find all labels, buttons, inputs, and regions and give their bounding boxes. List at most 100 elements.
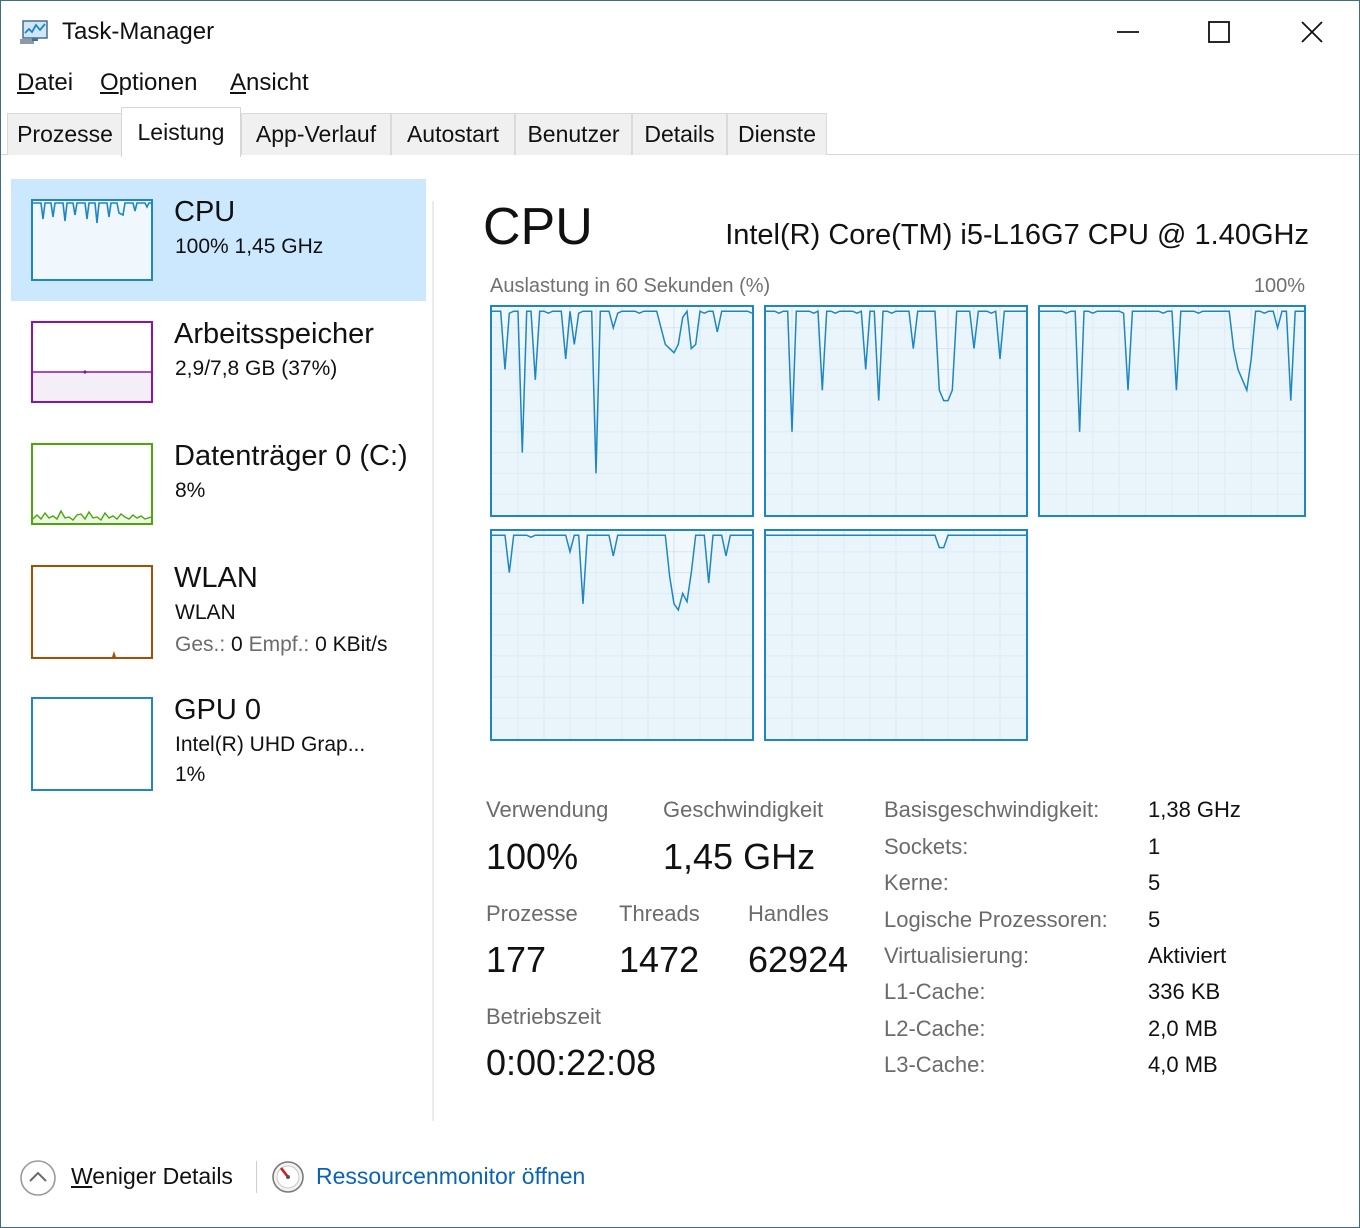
info-label: Sockets: [884, 834, 969, 859]
fewer-details-accelerator: W [71, 1163, 93, 1189]
fewer-details-link[interactable]: Weniger Details [71, 1163, 233, 1190]
info-value: 336 KB [1148, 979, 1221, 1004]
stat-value-handles: 62924 [748, 939, 849, 980]
title-bar: Task-Manager [1, 1, 1359, 63]
menu-datei[interactable]: Datei [17, 69, 73, 97]
footer-divider [256, 1161, 257, 1193]
sidebar-item-datentraeger[interactable]: Datenträger 0 (C:) 8% [11, 423, 426, 545]
maximize-button[interactable] [1196, 11, 1242, 53]
logical-processor-graph [764, 305, 1028, 517]
graph-plot [492, 307, 752, 515]
tab-dienste[interactable]: Dienste [727, 113, 827, 155]
menu-accelerator: A [230, 69, 247, 96]
sidebar-item-arbeitsspeicher[interactable]: Arbeitsspeicher 2,9/7,8 GB (37%) [11, 301, 426, 423]
stat-label-verwendung: Verwendung [486, 797, 609, 822]
usage-area [766, 535, 1026, 739]
menu-label: atei [34, 69, 74, 96]
logical-processor-graph [490, 305, 754, 517]
sidebar-item-name: Datenträger 0 (C:) [174, 440, 408, 472]
wlan-send-value: 0 [231, 633, 243, 656]
tab-details[interactable]: Details [632, 113, 727, 155]
sidebar-item-name: Arbeitsspeicher [174, 318, 374, 350]
resource-monitor-icon[interactable] [271, 1160, 305, 1194]
info-label: L1-Cache: [884, 979, 986, 1004]
page-title: CPU [483, 198, 593, 256]
sidebar-item-name: GPU 0 [174, 694, 262, 726]
menu-accelerator: D [17, 69, 35, 96]
sidebar-item-name: CPU [174, 196, 236, 228]
close-button[interactable] [1289, 11, 1335, 53]
cpu-thumbnail-graph [31, 199, 153, 281]
close-icon [1301, 21, 1323, 43]
sidebar-item-detail: 2,9/7,8 GB (37%) [175, 357, 338, 380]
resource-list: CPU 100% 1,45 GHz Arbeitsspeicher 2,9/7,… [11, 179, 426, 1119]
tab-app-verlauf[interactable]: App-Verlauf [241, 113, 391, 155]
tab-benutzer[interactable]: Benutzer [515, 113, 632, 155]
usage-area [766, 311, 1026, 515]
info-value: 5 [1148, 907, 1161, 932]
gpu-thumbnail-graph [31, 697, 153, 791]
task-manager-icon [19, 19, 49, 45]
menu-label: nsicht [246, 69, 309, 96]
info-label: Virtualisierung: [884, 943, 1030, 968]
disk-thumbnail-graph [31, 443, 153, 525]
stat-value-threads: 1472 [619, 939, 700, 980]
usage-area [492, 311, 752, 515]
sidebar-item-detail: Intel(R) UHD Grap... [175, 733, 366, 756]
stat-value-verwendung: 100% [486, 836, 579, 877]
tab-prozesse[interactable]: Prozesse [7, 113, 123, 155]
pane-divider[interactable] [432, 201, 434, 1121]
maximize-icon [1208, 21, 1230, 43]
menu-accelerator: O [100, 69, 119, 96]
sidebar-item-gpu[interactable]: GPU 0 Intel(R) UHD Grap... 1% [11, 677, 426, 803]
sidebar-item-detail: 100% 1,45 GHz [175, 235, 324, 258]
sidebar-item-detail: WLAN [175, 601, 236, 624]
graph-label: Auslastung in 60 Sekunden (%) [490, 275, 771, 297]
wlan-receive-value: 0 KBit/s [315, 633, 388, 656]
logical-processor-graph [1038, 305, 1306, 517]
tab-autostart[interactable]: Autostart [391, 113, 515, 155]
open-resource-monitor-link[interactable]: Ressourcenmonitor öffnen [316, 1163, 585, 1190]
stat-value-betriebszeit: 0:00:22:08 [486, 1042, 657, 1083]
tab-leistung[interactable]: Leistung [121, 107, 241, 157]
stat-label-prozesse: Prozesse [486, 901, 578, 926]
graph-plot [492, 531, 752, 739]
wlan-send-label: Ges.: [175, 633, 226, 656]
minimize-button[interactable] [1105, 11, 1151, 53]
info-label: L3-Cache: [884, 1052, 986, 1077]
info-value: 1 [1148, 834, 1161, 859]
graph-plot [1040, 307, 1304, 515]
sidebar-item-wlan[interactable]: WLAN WLAN Ges.: 0 Empf.: 0 KBit/s [11, 545, 426, 677]
window-title: Task-Manager [62, 18, 215, 45]
info-value: 4,0 MB [1148, 1052, 1218, 1077]
stat-label-handles: Handles [748, 901, 829, 926]
sidebar-item-cpu[interactable]: CPU 100% 1,45 GHz [11, 179, 426, 301]
info-value: 5 [1148, 870, 1161, 895]
logical-processor-graph [490, 529, 754, 741]
logical-processor-graph [764, 529, 1028, 741]
info-label: Basisgeschwindigkeit: [884, 797, 1100, 822]
stat-value-geschwindigkeit: 1,45 GHz [663, 836, 816, 877]
menu-ansicht[interactable]: Ansicht [230, 69, 309, 97]
stat-value-prozesse: 177 [486, 939, 547, 980]
sidebar-item-detail: 8% [175, 479, 206, 502]
fewer-details-label: eniger Details [92, 1163, 233, 1189]
graph-plot [766, 307, 1026, 515]
chevron-up-circle-icon[interactable] [19, 1159, 57, 1197]
info-label: Logische Prozessoren: [884, 907, 1108, 932]
memory-thumbnail-graph [31, 321, 153, 403]
graph-plot [766, 531, 1026, 739]
wlan-receive-label: Empf.: [248, 633, 310, 656]
info-value: Aktiviert [1148, 943, 1227, 968]
minimize-icon [1117, 31, 1139, 33]
info-value: 1,38 GHz [1148, 797, 1241, 822]
stat-label-geschwindigkeit: Geschwindigkeit [663, 797, 824, 822]
task-manager-window: Task-Manager Datei Optionen Ansicht Proz… [0, 0, 1360, 1228]
stat-label-threads: Threads [619, 901, 700, 926]
menu-optionen[interactable]: Optionen [100, 69, 197, 97]
wlan-throughput: Ges.: 0 Empf.: 0 KBit/s [175, 633, 387, 657]
sidebar-item-name: WLAN [174, 562, 258, 594]
cpu-model: Intel(R) Core(TM) i5-L16G7 CPU @ 1.40GHz [725, 219, 1309, 251]
usage-area [492, 535, 752, 739]
tab-strip: Prozesse Leistung App-Verlauf Autostart … [7, 107, 1359, 157]
